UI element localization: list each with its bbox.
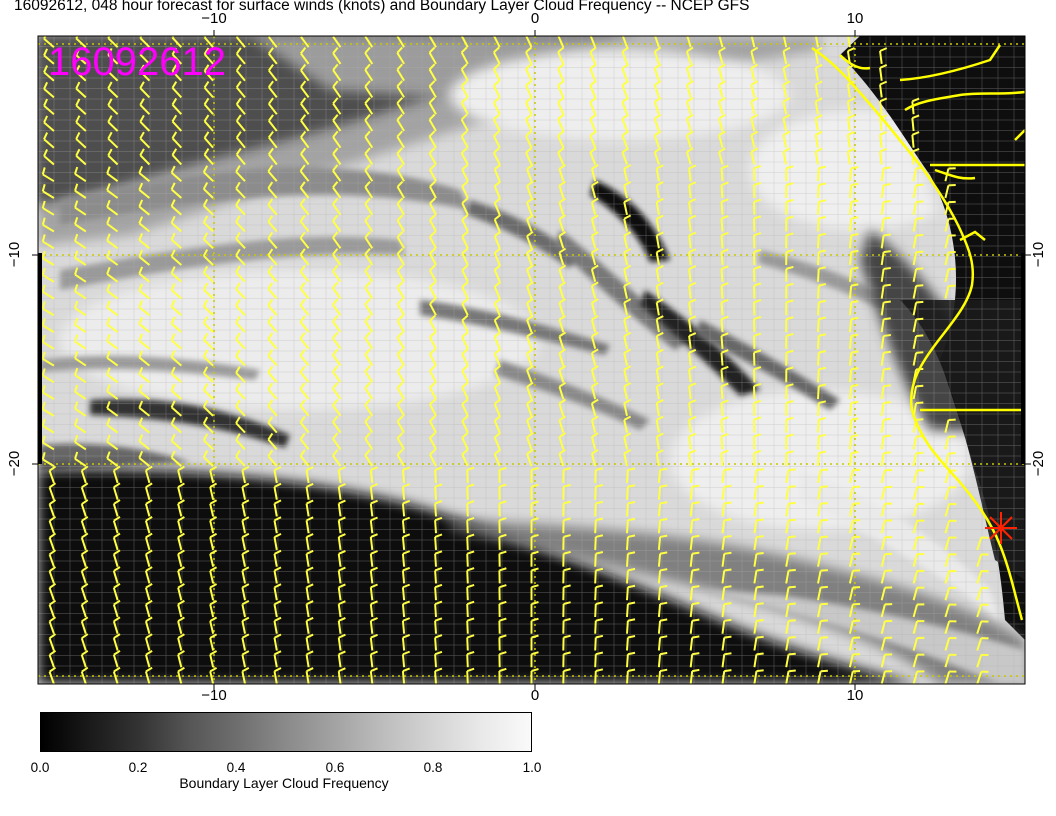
- bottom-tick-label: 0: [530, 687, 540, 704]
- cloud-frequency-field: [38, 36, 1025, 684]
- top-tick-label: −10: [201, 10, 227, 27]
- bottom-tick-label: −10: [201, 687, 227, 704]
- colorbar-tick: 0.6: [325, 760, 345, 775]
- colorbar: [40, 712, 532, 752]
- colorbar-tick: 1.0: [522, 760, 542, 775]
- colorbar-tick: 0.4: [226, 760, 246, 775]
- datestamp-label: 16092612: [48, 40, 226, 84]
- colorbar-tick: 0.2: [128, 760, 148, 775]
- right-tick-label: −10: [1030, 241, 1048, 268]
- colorbar-tick: 0.8: [423, 760, 443, 775]
- top-tick-label: 10: [846, 10, 864, 27]
- bottom-tick-label: 10: [846, 687, 864, 704]
- left-tick-label: −10: [6, 241, 24, 268]
- left-tick-label: −20: [6, 450, 24, 477]
- map-canvas: [32, 30, 1031, 690]
- colorbar-tick: 0.0: [30, 760, 50, 775]
- top-tick-label: 0: [530, 10, 540, 27]
- right-tick-label: −20: [1030, 450, 1048, 477]
- colorbar-label: Boundary Layer Cloud Frequency: [179, 775, 389, 791]
